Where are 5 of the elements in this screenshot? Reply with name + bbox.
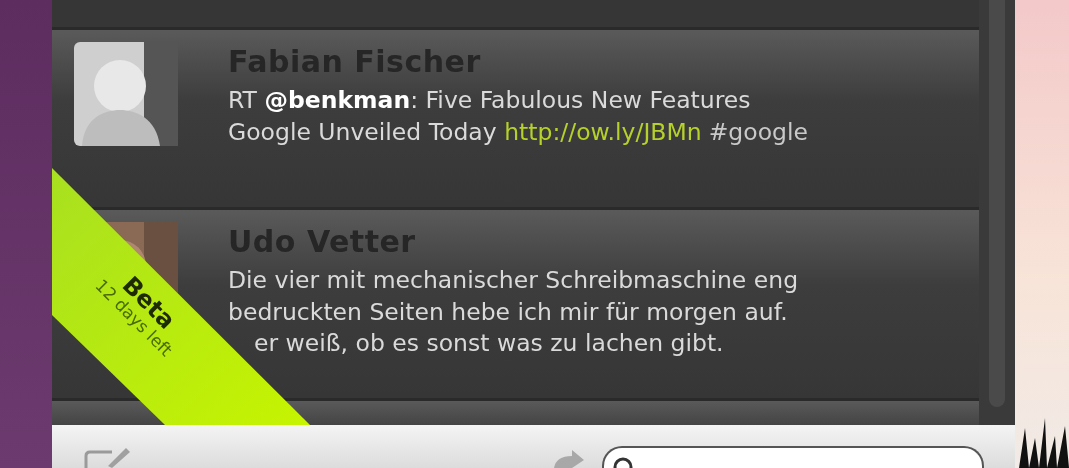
compose-icon[interactable]: [82, 446, 132, 468]
tweet-text: RT @benkman: Five Fabulous New Features Google Unveiled Today http://ow.ly/JBMn #google: [228, 85, 808, 148]
search-field[interactable]: [602, 446, 984, 468]
tweet-text: Die vier mit mechanischer Schreibmaschine eng bedruckten Seiten hebe ich mir für morgen auf. er weiß, ob es sonst was zu lachen gibt.: [228, 265, 799, 360]
search-icon: [612, 456, 634, 468]
